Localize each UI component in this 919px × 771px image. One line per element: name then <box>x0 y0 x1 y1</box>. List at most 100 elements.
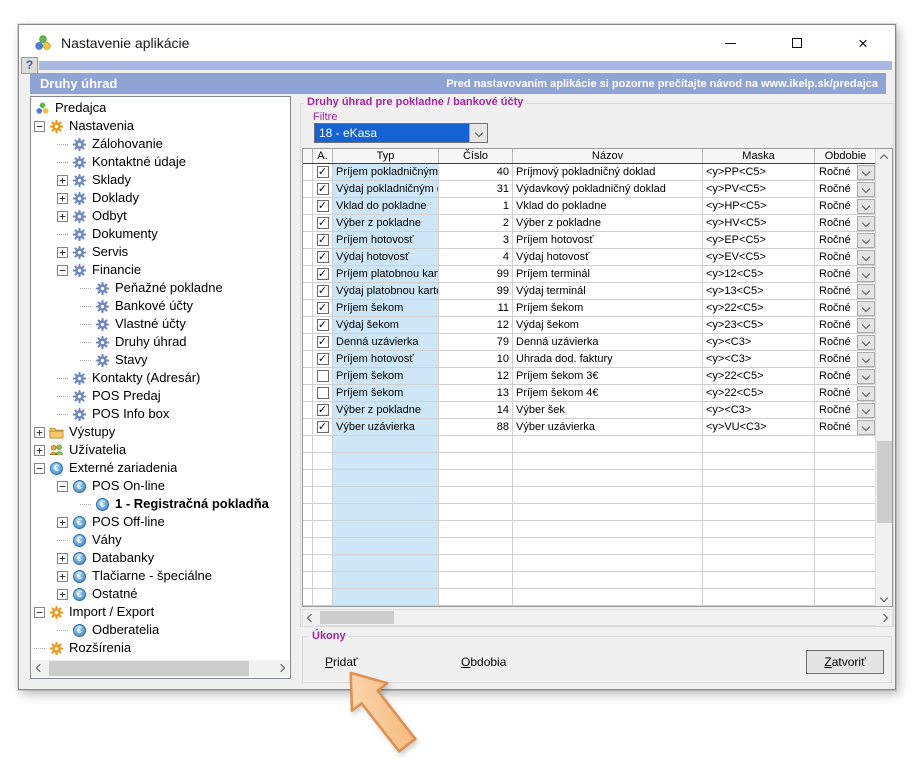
row-selector-cell[interactable] <box>303 215 313 231</box>
nazov-cell[interactable]: Vklad do pokladne <box>513 198 703 214</box>
table-row[interactable]: ✓Výdaj hotovosť4Výdaj hotovosť<y>EV<C5>R… <box>303 249 876 266</box>
row-checkbox[interactable]: ✓ <box>317 302 329 314</box>
tree-item[interactable]: +Výstupy <box>32 423 289 441</box>
tree-item[interactable]: €Váhy <box>32 531 289 549</box>
cislo-cell[interactable]: 31 <box>439 181 513 197</box>
cislo-cell[interactable]: 14 <box>439 402 513 418</box>
row-selector-cell[interactable] <box>303 402 313 418</box>
period-dropdown-button[interactable] <box>857 386 875 401</box>
empty-table-row[interactable] <box>303 453 876 470</box>
tree-item[interactable]: Vlastné účty <box>32 315 289 333</box>
scroll-down-button[interactable] <box>876 590 892 606</box>
tree-item[interactable]: Peňažné pokladne <box>32 279 289 297</box>
period-dropdown-button[interactable] <box>857 352 875 367</box>
maska-cell[interactable]: <y>22<C5> <box>703 300 815 316</box>
tree-item[interactable]: −€Externé zariadenia <box>32 459 289 477</box>
nazov-cell[interactable]: Príjem terminál <box>513 266 703 282</box>
row-checkbox[interactable]: ✓ <box>317 336 329 348</box>
period-dropdown-button[interactable] <box>857 233 875 248</box>
cislo-cell[interactable]: 12 <box>439 317 513 333</box>
table-row[interactable]: Príjem šekom12Príjem šekom 3€<y>22<C5>Ro… <box>303 368 876 385</box>
period-dropdown-button[interactable] <box>857 301 875 316</box>
typ-cell[interactable]: Príjem platobnou karto <box>333 266 439 282</box>
table-row[interactable]: ✓Príjem pokladničným d40Príjmový pokladn… <box>303 164 876 181</box>
maska-cell[interactable]: <y>12<C5> <box>703 266 815 282</box>
maska-cell[interactable]: <y>PV<C5> <box>703 181 815 197</box>
col-header-a[interactable]: A. <box>313 149 333 163</box>
obdobie-cell[interactable]: Ročné <box>815 402 876 418</box>
nazov-cell[interactable]: Príjem šekom 4€ <box>513 385 703 401</box>
cislo-cell[interactable]: 88 <box>439 419 513 435</box>
collapse-icon[interactable]: − <box>57 265 68 276</box>
tree-item[interactable]: Dokumenty <box>32 225 289 243</box>
nazov-cell[interactable]: Uhrada dod. faktury <box>513 351 703 367</box>
obdobie-cell[interactable]: Ročné <box>815 317 876 333</box>
collapse-icon[interactable]: − <box>34 463 45 474</box>
expand-icon[interactable]: + <box>57 571 68 582</box>
row-selector-cell[interactable] <box>303 283 313 299</box>
expand-icon[interactable]: + <box>57 553 68 564</box>
maska-cell[interactable]: <y>22<C5> <box>703 385 815 401</box>
col-header-typ[interactable]: Typ <box>333 149 439 163</box>
row-checkbox[interactable]: ✓ <box>317 251 329 263</box>
table-row[interactable]: ✓Výber z pokladne14Výber šek<y><C3>Ročné <box>303 402 876 419</box>
filter-combobox[interactable]: 18 - eKasa <box>314 123 488 143</box>
empty-table-row[interactable] <box>303 538 876 555</box>
tree-item[interactable]: POS Predaj <box>32 387 289 405</box>
empty-table-row[interactable] <box>303 470 876 487</box>
scroll-left-button[interactable] <box>303 610 319 626</box>
col-header-cislo[interactable]: Číslo <box>439 149 513 163</box>
obdobie-cell[interactable]: Ročné <box>815 181 876 197</box>
cislo-cell[interactable]: 79 <box>439 334 513 350</box>
expand-icon[interactable]: + <box>57 211 68 222</box>
col-header-nazov[interactable]: Názov <box>513 149 703 163</box>
table-row[interactable]: ✓Vklad do pokladne1Vklad do pokladne<y>H… <box>303 198 876 215</box>
tree-item[interactable]: +€Databanky <box>32 549 289 567</box>
tree-item[interactable]: POS Info box <box>32 405 289 423</box>
tree-item[interactable]: €Odberatelia <box>32 621 289 639</box>
tree-item[interactable]: +Servis <box>32 243 289 261</box>
tree-item[interactable]: €1 - Registračná pokladňa <box>32 495 289 513</box>
maska-cell[interactable]: <y>13<C5> <box>703 283 815 299</box>
typ-cell[interactable]: Výber uzávierka <box>333 419 439 435</box>
obdobie-cell[interactable]: Ročné <box>815 368 876 384</box>
empty-table-row[interactable] <box>303 436 876 453</box>
obdobie-cell[interactable]: Ročné <box>815 334 876 350</box>
typ-cell[interactable]: Príjem hotovosť <box>333 351 439 367</box>
nazov-cell[interactable]: Výdaj šekom <box>513 317 703 333</box>
period-dropdown-button[interactable] <box>857 182 875 197</box>
maska-cell[interactable]: <y><C3> <box>703 351 815 367</box>
tree-item[interactable]: +Odbyt <box>32 207 289 225</box>
row-selector-cell[interactable] <box>303 249 313 265</box>
expand-icon[interactable]: + <box>57 193 68 204</box>
obdobie-cell[interactable]: Ročné <box>815 300 876 316</box>
scroll-up-button[interactable] <box>876 149 892 165</box>
periods-button[interactable]: Obdobia <box>461 655 506 669</box>
tree-item[interactable]: Kontakty (Adresár) <box>32 369 289 387</box>
maska-cell[interactable]: <y>22<C5> <box>703 368 815 384</box>
empty-table-row[interactable] <box>303 521 876 538</box>
nazov-cell[interactable]: Príjem šekom <box>513 300 703 316</box>
row-selector-cell[interactable] <box>303 300 313 316</box>
tree-item[interactable]: +€Ostatné <box>32 585 289 603</box>
table-row[interactable]: ✓Príjem hotovosť3Príjem hotovosť<y>EP<C5… <box>303 232 876 249</box>
cislo-cell[interactable]: 99 <box>439 283 513 299</box>
row-selector-cell[interactable] <box>303 419 313 435</box>
typ-cell[interactable]: Vklad do pokladne <box>333 198 439 214</box>
tree-horizontal-scrollbar[interactable] <box>32 660 289 677</box>
scroll-left-button[interactable] <box>32 660 48 676</box>
nazov-cell[interactable]: Príjem šekom 3€ <box>513 368 703 384</box>
collapse-icon[interactable]: − <box>34 607 45 618</box>
row-checkbox[interactable]: ✓ <box>317 200 329 212</box>
cislo-cell[interactable]: 2 <box>439 215 513 231</box>
row-selector-cell[interactable] <box>303 317 313 333</box>
tree-item[interactable]: −Financie <box>32 261 289 279</box>
maska-cell[interactable]: <y>PP<C5> <box>703 164 815 180</box>
maska-cell[interactable]: <y><C3> <box>703 402 815 418</box>
table-row[interactable]: ✓Výber uzávierka88Výber uzávierka<y>VU<C… <box>303 419 876 436</box>
typ-cell[interactable]: Denná uzávierka <box>333 334 439 350</box>
period-dropdown-button[interactable] <box>857 420 875 435</box>
row-checkbox[interactable]: ✓ <box>317 183 329 195</box>
table-row[interactable]: ✓Príjem hotovosť10Uhrada dod. faktury<y>… <box>303 351 876 368</box>
maska-cell[interactable]: <y><C3> <box>703 334 815 350</box>
